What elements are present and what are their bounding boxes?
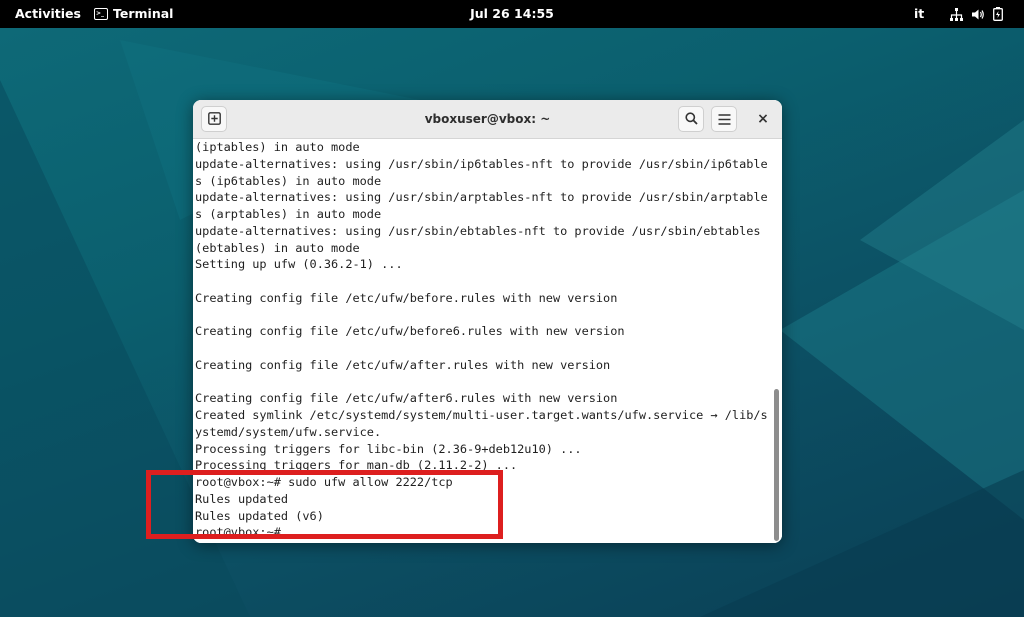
close-button[interactable]: × <box>754 110 772 128</box>
terminal-line: update-alternatives: using /usr/sbin/arp… <box>195 190 768 205</box>
scrollbar[interactable] <box>772 139 782 543</box>
terminal-line: Processing triggers for libc-bin (2.36-9… <box>195 441 582 456</box>
terminal-line: ystemd/system/ufw.service. <box>195 424 382 439</box>
close-icon: × <box>757 111 769 127</box>
hamburger-menu-icon <box>718 110 731 129</box>
window-header-bar[interactable]: vboxuser@vbox: ~ × <box>193 100 782 139</box>
terminal-line: Setting up ufw (0.36.2-1) ... <box>195 257 403 272</box>
battery-icon <box>993 7 1003 21</box>
new-tab-button[interactable] <box>201 106 227 132</box>
terminal-line: Creating config file /etc/ufw/before6.ru… <box>195 324 625 339</box>
search-icon <box>684 110 698 129</box>
search-button[interactable] <box>678 106 704 132</box>
terminal-line: update-alternatives: using /usr/sbin/ip6… <box>195 156 768 171</box>
terminal-line: s (arptables) in auto mode <box>195 207 382 221</box>
volume-icon <box>971 8 985 21</box>
top-panel: Activities >_ Terminal Jul 26 14:55 it <box>0 0 1024 28</box>
clock[interactable]: Jul 26 14:55 <box>0 0 1024 28</box>
terminal-line: s (ip6tables) in auto mode <box>195 173 382 188</box>
scrollbar-thumb[interactable] <box>774 389 779 541</box>
annotation-highlight-box <box>146 470 503 539</box>
terminal-line: (iptables) in auto mode <box>195 140 360 154</box>
network-icon <box>950 7 963 21</box>
terminal-line: update-alternatives: using /usr/sbin/ebt… <box>195 223 761 238</box>
keyboard-layout-indicator[interactable]: it <box>914 0 924 28</box>
new-tab-icon <box>207 110 221 129</box>
main-menu-button[interactable] <box>711 106 737 132</box>
terminal-line: Creating config file /etc/ufw/after.rule… <box>195 357 611 372</box>
system-menu[interactable] <box>950 0 1003 28</box>
terminal-line: (ebtables) in auto mode <box>195 240 360 255</box>
terminal-line: Creating config file /etc/ufw/after6.rul… <box>195 391 618 406</box>
terminal-line: Created symlink /etc/systemd/system/mult… <box>195 408 768 422</box>
terminal-line: Creating config file /etc/ufw/before.rul… <box>195 290 618 305</box>
